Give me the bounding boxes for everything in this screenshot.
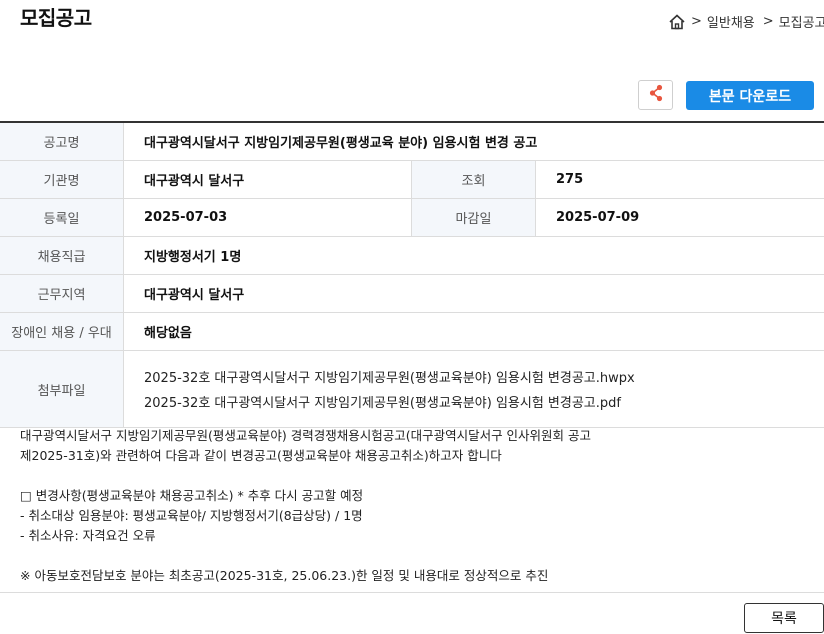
table-row: 채용직급 지방행정서기 1명 — [0, 237, 824, 275]
breadcrumb-separator: > — [691, 14, 702, 29]
share-button[interactable] — [638, 80, 673, 110]
grade-value: 지방행정서기 1명 — [144, 250, 242, 265]
notice-body: 대구광역시달서구 지방임기제공무원(평생교육분야) 경력경쟁채용시험공고(대구광… — [20, 426, 810, 586]
disability-value: 해당없음 — [144, 326, 192, 341]
org-label: 기관명 — [0, 161, 124, 198]
table-row: 등록일 2025-07-03 마감일 2025-07-09 — [0, 199, 824, 237]
table-row: 장애인 채용 / 우대 해당없음 — [0, 313, 824, 351]
table-row: 공고명 대구광역시달서구 지방임기제공무원(평생교육 분야) 임용시험 변경 공… — [0, 123, 824, 161]
body-text: - 취소사유: 자격요건 오류 — [20, 528, 156, 543]
divider — [0, 592, 824, 593]
table-row: 근무지역 대구광역시 달서구 — [0, 275, 824, 313]
disability-label: 장애인 채용 / 우대 — [0, 313, 124, 350]
breadcrumb-item-general[interactable]: 일반채용 — [707, 12, 755, 31]
region-label: 근무지역 — [0, 275, 124, 312]
reg-date-value: 2025-07-03 — [124, 199, 412, 236]
home-icon[interactable] — [668, 13, 686, 31]
download-body-button[interactable]: 본문 다운로드 — [686, 81, 814, 110]
attachment-pdf-link[interactable]: 2025-32호 대구광역시달서구 지방임기제공무원(평생교육분야) 임용시험 … — [144, 392, 824, 411]
deadline-label: 마감일 — [412, 199, 536, 236]
table-row: 기관명 대구광역시 달서구 조회 275 — [0, 161, 824, 199]
breadcrumb: > 일반채용 > 모집공고 — [668, 12, 824, 31]
views-label: 조회 — [412, 161, 536, 198]
reg-date-label: 등록일 — [0, 199, 124, 236]
grade-label: 채용직급 — [0, 237, 124, 274]
org-value: 대구광역시 달서구 — [124, 161, 412, 198]
body-text: ※ 아동보호전담보호 분야는 최초공고(2025-31호, 25.06.23.)… — [20, 568, 549, 583]
page-title: 모집공고 — [20, 6, 92, 30]
table-row: 첨부파일 2025-32호 대구광역시달서구 지방임기제공무원(평생교육분야) … — [0, 351, 824, 428]
body-text: 대구광역시달서구 지방임기제공무원(평생교육분야) 경력경쟁채용시험공고(대구광… — [20, 428, 592, 443]
body-text: - 취소대상 임용분야: 평생교육분야/ 지방행정서기(8급상당) / 1명 — [20, 508, 363, 523]
breadcrumb-separator: > — [762, 14, 774, 29]
views-value: 275 — [556, 172, 584, 187]
title-value: 대구광역시달서구 지방임기제공무원(평생교육 분야) 임용시험 변경 공고 — [144, 136, 538, 151]
list-button[interactable]: 목록 — [744, 603, 824, 633]
attachments-label: 첨부파일 — [0, 351, 124, 427]
region-value: 대구광역시 달서구 — [144, 288, 245, 303]
attachments-list: 2025-32호 대구광역시달서구 지방임기제공무원(평생교육분야) 임용시험 … — [124, 351, 824, 427]
title-label: 공고명 — [0, 123, 124, 160]
body-text: 제2025-31호)와 관련하여 다음과 같이 변경공고(평생교육분야 채용공고… — [20, 448, 502, 463]
deadline-value: 2025-07-09 — [556, 210, 640, 225]
breadcrumb-item-recruitment[interactable]: 모집공고 — [779, 12, 824, 31]
job-detail-table: 공고명 대구광역시달서구 지방임기제공무원(평생교육 분야) 임용시험 변경 공… — [0, 121, 824, 428]
share-icon — [648, 84, 664, 106]
attachment-hwpx-link[interactable]: 2025-32호 대구광역시달서구 지방임기제공무원(평생교육분야) 임용시험 … — [144, 367, 824, 386]
body-text: □ 변경사항(평생교육분야 채용공고취소) * 추후 다시 공고할 예정 — [20, 488, 364, 503]
